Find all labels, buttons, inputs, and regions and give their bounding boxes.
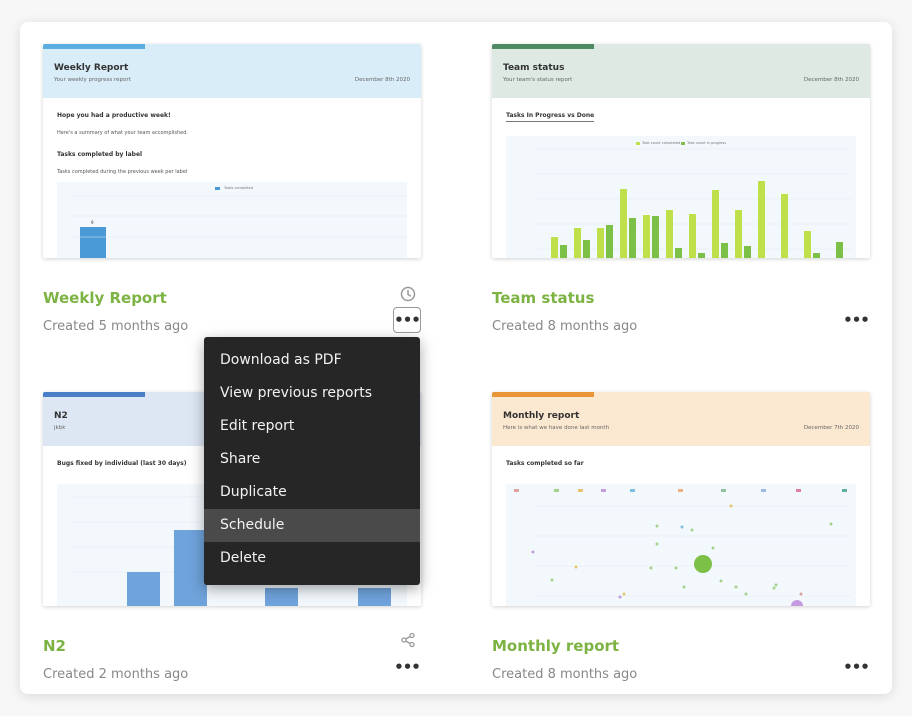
thumbnail-section-title: Tasks completed so far bbox=[506, 460, 584, 467]
thumbnail-chart: Task count completed Task count in progr… bbox=[506, 136, 856, 258]
report-thumbnail[interactable]: Team status Your team's status report De… bbox=[492, 44, 870, 258]
clock-icon[interactable] bbox=[395, 282, 421, 306]
menu-item-edit-report[interactable]: Edit report bbox=[204, 410, 420, 443]
menu-item-duplicate[interactable]: Duplicate bbox=[204, 476, 420, 509]
thumbnail-subtitle: Here is what we have done last month bbox=[503, 425, 610, 431]
more-options-button[interactable]: ••• bbox=[842, 654, 870, 680]
thumbnail-section-title: Tasks In Progress vs Done bbox=[506, 112, 595, 122]
thumbnail-accent-bar bbox=[492, 44, 594, 49]
thumbnail-accent-bar bbox=[492, 392, 594, 397]
thumbnail-section-title: Tasks completed by label bbox=[57, 151, 143, 158]
thumbnail-subtitle: jkbk bbox=[54, 425, 66, 431]
more-options-button[interactable]: ••• bbox=[393, 307, 421, 333]
thumbnail-title: N2 bbox=[54, 411, 68, 421]
chart-data-label: 9 bbox=[91, 220, 94, 225]
menu-item-delete[interactable]: Delete bbox=[204, 542, 420, 575]
thumbnail-accent-bar bbox=[43, 44, 145, 49]
thumbnail-summary: Here's a summary of what your team accom… bbox=[57, 130, 188, 136]
thumbnail-chart bbox=[506, 484, 856, 606]
more-options-button[interactable]: ••• bbox=[842, 307, 870, 333]
report-thumbnail[interactable]: Monthly report Here is what we have done… bbox=[492, 392, 870, 606]
report-created-date: Created 8 months ago bbox=[492, 667, 638, 682]
menu-item-view-previous[interactable]: View previous reports bbox=[204, 377, 420, 410]
thumbnail-section-title: Bugs fixed by individual (last 30 days) bbox=[57, 460, 187, 467]
report-created-date: Created 5 months ago bbox=[43, 319, 189, 334]
thumbnail-subtitle: Your team's status report bbox=[503, 77, 573, 83]
thumbnail-greeting: Hope you had a productive week! bbox=[57, 112, 171, 119]
thumbnail-title: Team status bbox=[503, 63, 565, 73]
thumbnail-title: Weekly Report bbox=[54, 63, 129, 73]
report-thumbnail[interactable]: Weekly Report Your weekly progress repor… bbox=[43, 44, 421, 258]
thumbnail-chart: Tasks completed 9 bbox=[57, 182, 407, 258]
report-context-menu: Download as PDF View previous reports Ed… bbox=[204, 337, 420, 585]
menu-item-schedule[interactable]: Schedule bbox=[204, 509, 420, 542]
chart-legend-completed: Task count completed bbox=[642, 141, 681, 145]
chart-legend: Tasks completed bbox=[224, 186, 254, 190]
menu-item-download-pdf[interactable]: Download as PDF bbox=[204, 344, 420, 377]
report-title[interactable]: Weekly Report bbox=[43, 289, 167, 307]
chart-legend-in-progress: Task count in progress bbox=[687, 141, 727, 145]
thumbnail-subtitle: Your weekly progress report bbox=[54, 77, 131, 83]
thumbnail-date: December 7th 2020 bbox=[803, 425, 859, 431]
menu-item-share[interactable]: Share bbox=[204, 443, 420, 476]
more-options-button[interactable]: ••• bbox=[393, 654, 421, 680]
share-icon[interactable] bbox=[395, 628, 421, 652]
thumbnail-date: December 8th 2020 bbox=[803, 77, 859, 83]
report-title[interactable]: N2 bbox=[43, 637, 66, 655]
thumbnail-accent-bar bbox=[43, 392, 145, 397]
thumbnail-title: Monthly report bbox=[503, 411, 580, 421]
report-created-date: Created 2 months ago bbox=[43, 667, 189, 682]
report-title[interactable]: Team status bbox=[492, 289, 594, 307]
thumbnail-date: December 8th 2020 bbox=[354, 77, 410, 83]
report-title[interactable]: Monthly report bbox=[492, 637, 619, 655]
report-created-date: Created 8 months ago bbox=[492, 319, 638, 334]
thumbnail-section-desc: Tasks completed during the previous week… bbox=[57, 169, 188, 175]
